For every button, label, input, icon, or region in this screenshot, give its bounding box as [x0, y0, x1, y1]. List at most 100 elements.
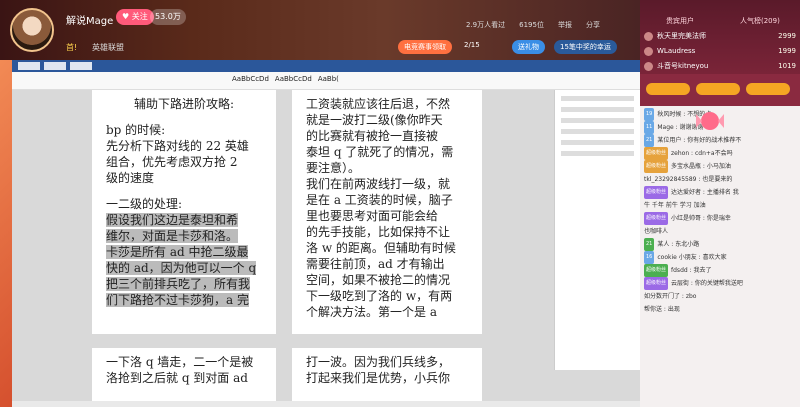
pane-item[interactable] [561, 140, 634, 145]
doc-line: 的比赛就有被抢一直接被 [306, 129, 439, 143]
message-text: 云层街 : 你的关键帮我送吧 [671, 280, 743, 287]
pane-item[interactable] [561, 129, 634, 134]
lottery-button[interactable]: 15笔中奖的幸运 [554, 40, 617, 54]
chat-message[interactable]: 超级粉丝 小红是帅哥 : 你是瑞幸 [644, 212, 796, 225]
doc-line: 就是一波打二级(像你昨天 [306, 113, 443, 127]
style-item[interactable]: AaBb( [318, 75, 339, 83]
fan-badge: 超级粉丝 [644, 212, 669, 225]
doc-line: 需要往前顶，ad 才有输出 [306, 257, 445, 271]
rank-score: 1019 [778, 62, 796, 70]
chat-message[interactable]: 帮你送 : 出现 [644, 303, 796, 316]
pane-item[interactable] [561, 96, 634, 101]
chat-panel: 贵宾用户 人气榜(209) 秋天里完美法师 2999 WLaudress 199… [640, 0, 800, 407]
word-tab[interactable] [70, 62, 92, 70]
navigation-pane[interactable] [554, 90, 640, 370]
chat-message[interactable]: 21 某位用户 : 你有好的战术推荐不 [644, 134, 796, 147]
chat-message[interactable]: 21 某人 : 东北小路 [644, 238, 796, 251]
word-tab[interactable] [44, 62, 66, 70]
style-item[interactable]: AaBbCcDd [232, 75, 269, 83]
message-text: 某位用户 : 你有好的战术推荐不 [657, 137, 742, 144]
chat-message-list: 19 秋风时候 : 不想的点 11 Mage : 谢谢谢谢 21 某位用户 : 你有好… [640, 106, 800, 318]
doc-line: bp 的时候: [106, 123, 166, 137]
gift-button[interactable]: 送礼物 [512, 40, 545, 54]
chat-message[interactable]: 牛 千年 前牛 学习 加油 [644, 199, 796, 212]
chat-message[interactable]: 超级粉丝 达达爱好者 : 主播排名 我 [644, 186, 796, 199]
message-text: tkl_23292845589 : 也是要来的 [644, 176, 733, 183]
rank-row[interactable]: WLaudress 1999 [644, 45, 796, 57]
report-link[interactable]: 举报 [558, 20, 572, 30]
follow-label: 关注 [131, 12, 148, 21]
page-heading: 辅助下路进阶攻略: [133, 97, 235, 111]
message-text: cookie 小朋友 : 喜欢大家 [657, 254, 727, 261]
chat-message[interactable]: 超级粉丝 多宝水晶瓶 : 小马加油 [644, 160, 796, 173]
doc-line: 洛 w 的距离。但辅助有时候 [306, 241, 456, 255]
gift-pill[interactable] [696, 83, 740, 95]
rank-row[interactable]: 秋天里完美法师 2999 [644, 30, 796, 42]
pane-item[interactable] [561, 151, 634, 156]
doc-line: 工资装就应该往后退，不然 [306, 97, 451, 111]
word-document-window: AaBbCcDd AaBbCcDd AaBb( 辅助下路进阶攻略: bp 的时候… [12, 60, 640, 401]
windows-taskbar [12, 401, 640, 407]
level-badge: 11 [644, 121, 655, 134]
gift-pill[interactable] [646, 83, 690, 95]
doc-line: 一下洛 q 墙走，二一个是被 [106, 355, 254, 369]
message-text: zehon : cdn+a不会吗 [671, 150, 733, 157]
highlighted-line: 们下路抢不过卡莎狗，a 完 [106, 293, 249, 307]
user-avatar [644, 61, 653, 71]
doc-line: 一二级的处理: [106, 197, 183, 211]
page-indicator: 2/15 [464, 41, 480, 49]
chat-message[interactable]: 16 cookie 小朋友 : 喜欢大家 [644, 251, 796, 264]
share-link[interactable]: 分享 [586, 20, 600, 30]
viewers-stat: 2.9万人看过 [466, 21, 506, 29]
document-page-left: 辅助下路进阶攻略: bp 的时候: 先分析下路对线的 22 英雄 组合，优先考虑… [92, 90, 276, 334]
document-page-right: 工资装就应该往后退，不然 就是一波打二级(像你昨天 的比赛就有被抢一直接被 泰坦… [292, 90, 482, 334]
promo-button[interactable]: 电竞赛事领取 [398, 40, 452, 54]
gift-pill[interactable] [746, 83, 790, 95]
stream-stats: 2.9万人看过 6195位 举报 分享 [466, 20, 600, 30]
highlighted-line: 卡莎是所有 ad 中抢二级最 [106, 245, 249, 259]
highlighted-line: 维尔，对面是卡莎和洛。 [106, 229, 239, 243]
candy-sticker-icon [696, 112, 724, 130]
tab-vip[interactable]: 贵宾用户 [666, 16, 694, 26]
doc-line: 泰坦 q 了就死了的情况，需 [306, 145, 454, 159]
rank-row[interactable]: 斗音号kitneyou 1019 [644, 60, 796, 72]
highlighted-line: 快的 ad，因为他可以一个 q [106, 261, 257, 275]
doc-line: 是在 a 工资装的时候，脑子 [306, 193, 453, 207]
fan-badge: 超级粉丝 [644, 160, 669, 173]
user-avatar [644, 46, 653, 56]
tab-popularity[interactable]: 人气榜(209) [740, 16, 780, 26]
chat-message[interactable]: 也咖啡人 [644, 225, 796, 238]
chat-message[interactable]: 如分数开门了 : zbo [644, 290, 796, 303]
message-text: 小红是帅哥 : 你是瑞幸 [671, 215, 731, 222]
doc-line: 个解决方法。第一个是 a [306, 305, 437, 319]
word-title-bar [12, 60, 640, 72]
rank-name: 秋天里完美法师 [657, 32, 706, 40]
chat-message[interactable]: 超级粉丝 fdsdd : 我去了 [644, 264, 796, 277]
message-text: fdsdd : 我去了 [671, 267, 712, 274]
pane-item[interactable] [561, 107, 634, 112]
streamer-avatar[interactable] [10, 8, 54, 52]
pane-item[interactable] [561, 118, 634, 123]
document-area: 辅助下路进阶攻略: bp 的时候: 先分析下路对线的 22 英雄 组合，优先考虑… [12, 90, 640, 401]
stream-video[interactable]: AaBbCcDd AaBbCcDd AaBb( 辅助下路进阶攻略: bp 的时候… [0, 60, 640, 407]
fans-stat: 6195位 [519, 21, 544, 29]
gift-bar [640, 74, 800, 106]
doc-line: 级的速度 [106, 171, 155, 185]
user-avatar [644, 31, 653, 41]
word-tab[interactable] [18, 62, 40, 70]
doc-line: 里也要思考对面可能会给 [306, 209, 439, 223]
follow-button[interactable]: ♥ 关注 [116, 9, 154, 25]
chat-message[interactable]: tkl_23292845589 : 也是要来的 [644, 173, 796, 186]
message-text: 帮你送 : 出现 [644, 306, 680, 313]
style-gallery[interactable]: AaBbCcDd AaBbCcDd AaBb( [232, 75, 339, 83]
chat-message[interactable]: 超级粉丝 zehon : cdn+a不会吗 [644, 147, 796, 160]
chat-message[interactable]: 超级粉丝 云层街 : 你的关键帮我送吧 [644, 277, 796, 290]
level-badge: 19 [644, 108, 655, 121]
message-text: 多宝水晶瓶 : 小马加油 [671, 163, 731, 170]
streamer-name[interactable]: 解说Mage [66, 12, 113, 27]
rank-name: WLaudress [657, 47, 696, 55]
message-text: 某人 : 东北小路 [657, 241, 700, 248]
style-item[interactable]: AaBbCcDd [275, 75, 312, 83]
category-link[interactable]: 英雄联盟 [92, 42, 124, 53]
message-text: 也咖啡人 [644, 228, 669, 235]
